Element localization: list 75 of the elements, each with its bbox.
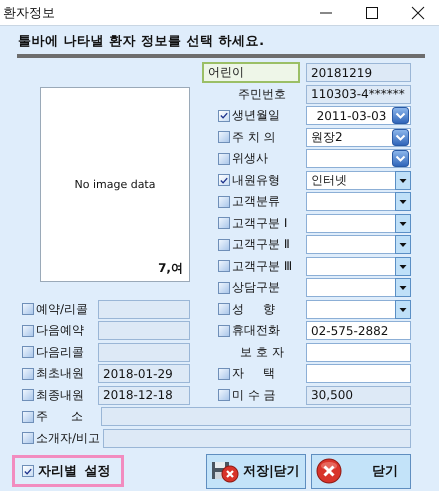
field-label: 상담구분: [232, 279, 280, 296]
field-label: 고객분류: [232, 193, 280, 210]
combo-box[interactable]: [306, 149, 411, 168]
field-label: 미 수 금: [232, 386, 276, 404]
field-label: 내원유형: [232, 172, 280, 188]
field-label: 최초내원: [36, 365, 84, 382]
dropdown[interactable]: 인터넷: [306, 170, 411, 190]
field-label: 주 소: [36, 408, 83, 425]
field-label: 소개자/비고: [36, 430, 100, 446]
text-field[interactable]: [101, 407, 411, 426]
field-label: 고객구분 Ⅲ: [232, 258, 292, 274]
floppy-with-x-icon: [211, 459, 239, 483]
chevron-down-icon[interactable]: [392, 128, 409, 146]
chevron-down-icon[interactable]: [392, 150, 409, 167]
checkbox[interactable]: [22, 324, 34, 336]
checkbox[interactable]: [218, 196, 230, 208]
field-label: 자 택: [232, 365, 276, 382]
age-text: 7,여: [158, 260, 183, 276]
date-field[interactable]: [98, 321, 190, 340]
text-field[interactable]: [306, 342, 411, 362]
checkbox[interactable]: [22, 432, 34, 444]
checkbox[interactable]: [22, 303, 34, 315]
checkbox[interactable]: [218, 282, 230, 294]
field-label: 위생사: [232, 150, 268, 167]
close-icon[interactable]: [411, 6, 425, 20]
date-field[interactable]: 2018-01-29: [98, 364, 190, 383]
checkbox[interactable]: [218, 324, 230, 336]
age-group-badge: 어린이: [202, 62, 300, 82]
cancel-icon: [316, 458, 342, 484]
chevron-down-icon[interactable]: [392, 107, 409, 124]
checkbox[interactable]: [218, 238, 230, 250]
field-label: 휴대전화: [232, 322, 280, 339]
field-label: 최종내원: [36, 386, 84, 404]
checkbox[interactable]: [22, 465, 34, 477]
seat-setting-label: 자리별 설정: [38, 463, 111, 480]
checkbox[interactable]: [22, 410, 34, 422]
close-button[interactable]: 닫기: [311, 454, 411, 488]
readonly-field: 20181219: [306, 63, 411, 82]
text-field[interactable]: [306, 364, 411, 383]
field-label: 고객구분 Ⅰ: [232, 214, 288, 232]
field-label: 주민번호: [237, 86, 287, 102]
field-label: 생년월일: [232, 107, 280, 124]
checkbox[interactable]: [218, 389, 230, 401]
checkbox[interactable]: [218, 174, 230, 186]
save-close-button[interactable]: 저장|닫기: [206, 454, 306, 488]
combo-box[interactable]: 원장2: [306, 128, 411, 146]
instruction-text: 툴바에 나타낼 환자 정보를 선택 하세요.: [18, 33, 266, 50]
checkbox[interactable]: [22, 368, 34, 380]
checkbox[interactable]: [22, 346, 34, 358]
field-label: 고객구분 Ⅱ: [232, 236, 290, 253]
text-field[interactable]: 02-575-2882: [306, 321, 411, 340]
checkbox[interactable]: [218, 260, 230, 272]
field-label: 성 향: [232, 300, 276, 318]
checkbox[interactable]: [218, 368, 230, 380]
checkbox[interactable]: [218, 217, 230, 229]
checkbox[interactable]: [218, 131, 230, 143]
date-field[interactable]: [98, 300, 190, 318]
field-label: 예약/리콜: [36, 300, 88, 318]
window-title: 환자정보: [3, 4, 55, 22]
checkbox[interactable]: [218, 110, 230, 122]
readonly-field: 30,500: [306, 386, 411, 404]
checkbox[interactable]: [218, 152, 230, 164]
text-field[interactable]: [103, 428, 411, 448]
field-label: 주 치 의: [232, 128, 276, 146]
maximize-icon[interactable]: [365, 6, 379, 20]
date-picker[interactable]: 2011-03-03: [306, 106, 411, 125]
checkbox[interactable]: [22, 389, 34, 401]
field-label: 다음예약: [36, 322, 84, 339]
no-image-text: No image data: [74, 178, 156, 190]
date-field[interactable]: 2018-12-18: [98, 386, 190, 404]
checkbox[interactable]: [218, 303, 230, 315]
date-field[interactable]: [98, 342, 190, 362]
field-label: 다음리콜: [36, 344, 84, 360]
field-label: 보 호 자: [239, 344, 285, 360]
readonly-field: 110303-4******: [306, 84, 411, 104]
